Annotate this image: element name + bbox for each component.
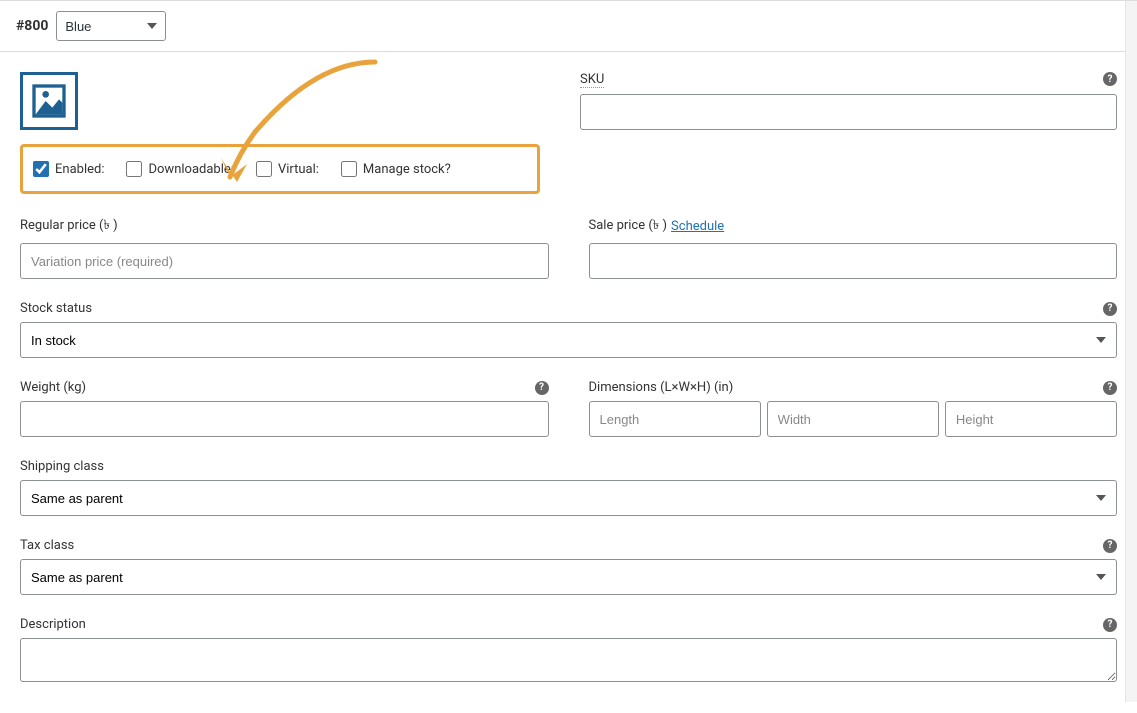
image-placeholder-icon — [29, 81, 69, 121]
dimensions-label: Dimensions (L×W×H) (in) — [589, 380, 734, 395]
help-icon[interactable]: ? — [1103, 72, 1117, 86]
tax-class-label: Tax class — [20, 538, 74, 553]
attribute-select[interactable]: Blue — [56, 11, 166, 41]
height-input[interactable] — [945, 401, 1117, 437]
variation-header: #800 Blue — [0, 1, 1137, 52]
sale-price-label: Sale price (৳ ) — [589, 216, 668, 237]
downloadable-label: Downloadable: — [148, 162, 233, 177]
enabled-label: Enabled: — [55, 162, 104, 177]
description-label: Description — [20, 617, 86, 632]
variation-image-upload[interactable] — [20, 72, 78, 130]
description-textarea[interactable] — [20, 638, 1117, 682]
stock-status-label: Stock status — [20, 301, 92, 316]
sale-price-input[interactable] — [589, 243, 1118, 279]
sku-label: SKU — [580, 72, 604, 88]
width-input[interactable] — [767, 401, 939, 437]
help-icon[interactable]: ? — [1103, 381, 1117, 395]
enabled-checkbox[interactable] — [33, 161, 49, 177]
variation-id: #800 — [16, 18, 48, 34]
checkbox-highlight-box: Enabled: Downloadable: Virtual: Manage s… — [20, 144, 540, 194]
manage-stock-label: Manage stock? — [363, 162, 451, 177]
sku-input[interactable] — [580, 94, 1117, 130]
downloadable-checkbox[interactable] — [126, 161, 142, 177]
help-icon[interactable]: ? — [1103, 618, 1117, 632]
stock-status-select[interactable]: In stock — [20, 322, 1117, 358]
weight-input[interactable] — [20, 401, 549, 437]
regular-price-label: Regular price (৳ ) — [20, 216, 118, 237]
tax-class-select[interactable]: Same as parent — [20, 559, 1117, 595]
help-icon[interactable]: ? — [535, 381, 549, 395]
shipping-class-select[interactable]: Same as parent — [20, 480, 1117, 516]
regular-price-input[interactable] — [20, 243, 549, 279]
length-input[interactable] — [589, 401, 761, 437]
manage-stock-checkbox[interactable] — [341, 161, 357, 177]
weight-label: Weight (kg) — [20, 380, 86, 395]
help-icon[interactable]: ? — [1103, 539, 1117, 553]
help-icon[interactable]: ? — [1103, 302, 1117, 316]
virtual-checkbox[interactable] — [256, 161, 272, 177]
schedule-link[interactable]: Schedule — [671, 219, 724, 234]
shipping-class-label: Shipping class — [20, 459, 104, 474]
virtual-label: Virtual: — [278, 162, 319, 177]
